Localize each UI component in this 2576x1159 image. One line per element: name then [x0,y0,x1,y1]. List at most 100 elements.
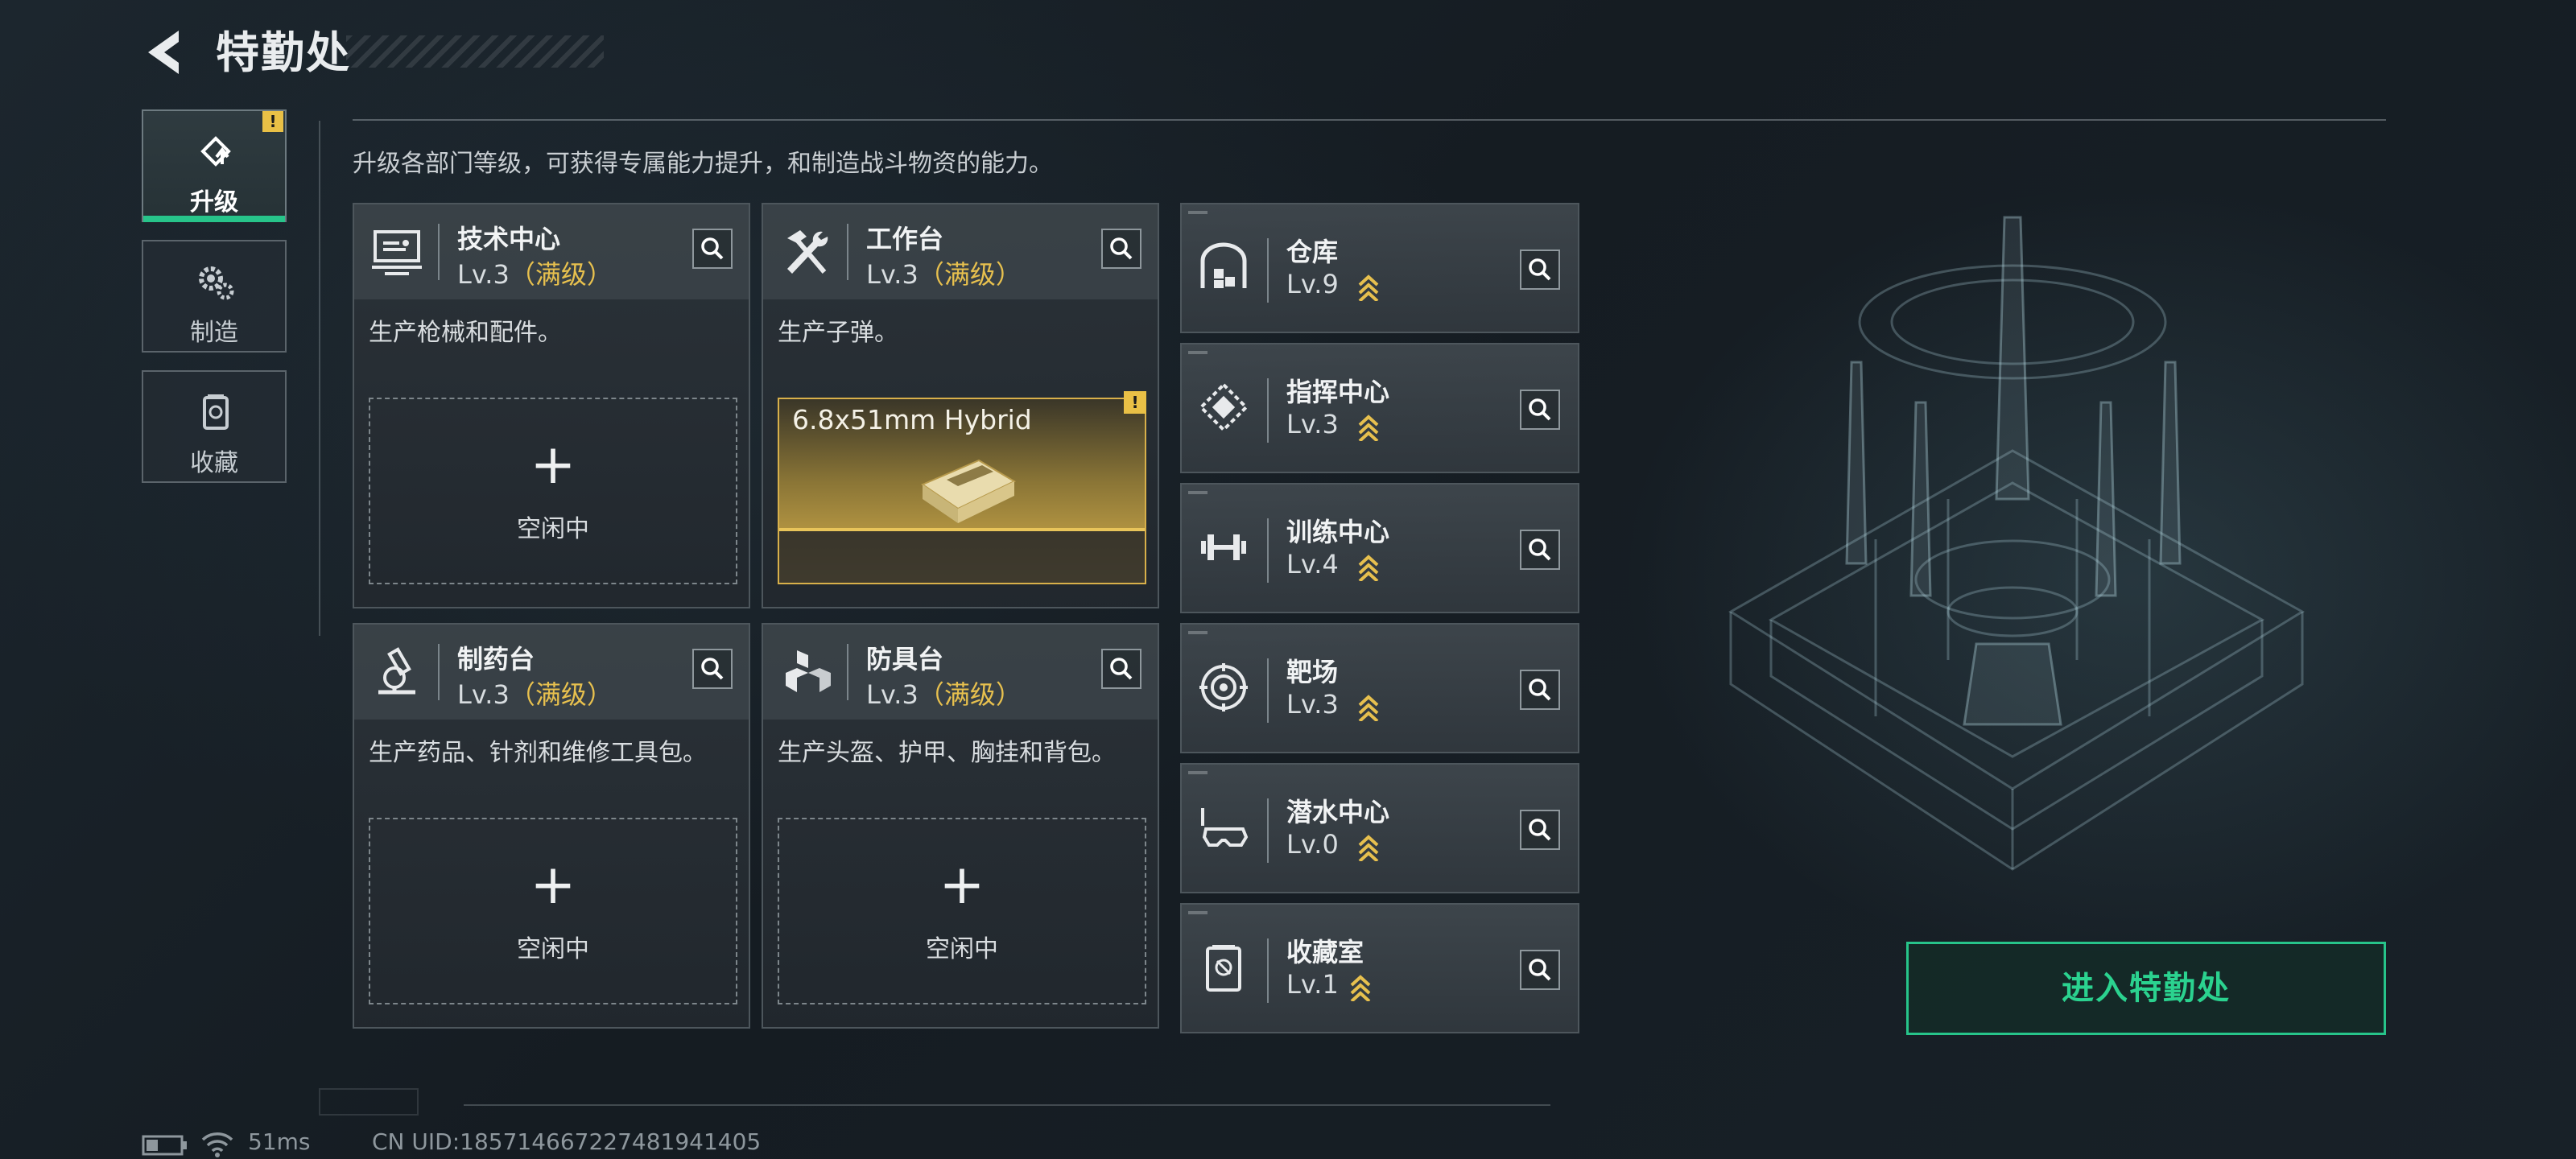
search-button[interactable] [1520,670,1560,710]
tab-collection[interactable]: 收藏 [142,370,287,483]
search-button[interactable] [1520,250,1560,290]
facility-name: 指挥中心 [1286,377,1390,407]
magnifier-icon [1529,398,1551,421]
card-description: 生产头盔、护甲、胸挂和背包。 [778,739,1116,767]
facility-name: 训练中心 [1286,517,1390,547]
card-level: Lv.3（满级） [866,679,1022,710]
facility-diving-center[interactable]: 潜水中心 Lv.0 [1180,763,1579,893]
search-button[interactable] [692,649,733,689]
upgrade-chevron-icon [1358,555,1379,581]
plus-icon: + [530,853,576,917]
header-separator [1267,798,1269,863]
gears-icon [199,266,234,300]
idle-production-slot[interactable]: + 空闲中 [369,398,737,584]
page-title: 特勤处 [216,27,351,78]
magnifier-icon [1529,819,1551,841]
card-tech-center[interactable]: 技术中心 Lv.3（满级） 生产枪械和配件。 + 空闲中 [353,203,750,608]
search-button[interactable] [1101,649,1141,689]
card-pharmacy[interactable]: 制药台 Lv.3（满级） 生产药品、针剂和维修工具包。 + 空闲中 [353,623,750,1029]
card-title: 工作台 [866,224,944,254]
active-production-slot[interactable]: 6.8x51mm Hybrid [778,398,1146,584]
plus-icon: + [530,433,576,497]
back-arrow-icon[interactable] [138,24,195,80]
upgrade-chevron-icon [1358,274,1379,301]
collection-icon [203,394,229,430]
ping-readout: 51ms [248,1128,311,1155]
enter-special-ops-button[interactable]: 进入特勤处 [1906,942,2386,1035]
idle-production-slot[interactable]: + 空闲中 [369,818,737,1004]
target-icon [1199,663,1248,711]
facility-shooting-range[interactable]: 靶场 Lv.3 [1180,623,1579,753]
command-icon [1199,382,1249,432]
tab-collection-label: 收藏 [190,449,238,477]
idle-production-slot[interactable]: + 空闲中 [778,818,1146,1004]
upgrade-chevron-icon [1358,415,1379,441]
search-button[interactable] [692,229,733,269]
idle-label: 空闲中 [517,935,589,963]
header-separator [847,224,848,280]
header-separator [438,224,440,280]
facility-name: 仓库 [1286,237,1339,267]
tab-upgrade[interactable]: 升级 ! [142,109,287,222]
user-uid: CN UID:185714667227481941405 [372,1128,762,1155]
card-description: 生产枪械和配件。 [369,319,562,347]
facility-level: Lv.4 [1286,549,1339,580]
tab-upgrade-label: 升级 [190,188,238,217]
facility-command-center[interactable]: 指挥中心 Lv.3 [1180,343,1579,473]
corner-mark [1188,491,1208,494]
max-level-tag: （满级） [918,679,1022,710]
facility-level: Lv.0 [1286,829,1339,860]
warehouse-icon [1200,242,1247,288]
card-title: 技术中心 [457,224,561,254]
armor-cubes-icon [786,650,831,692]
card-description: 生产药品、针剂和维修工具包。 [369,739,707,767]
card-armor-bench[interactable]: 防具台 Lv.3（满级） 生产头盔、护甲、胸挂和背包。 + 空闲中 [762,623,1159,1029]
bottom-progress-line [464,1104,1550,1106]
card-workbench[interactable]: 工作台 Lv.3（满级） 生产子弹。 6.8x51mm Hybrid ! [762,203,1159,608]
upgrade-chevron-icon [1350,975,1371,1001]
facility-name: 收藏室 [1286,937,1364,967]
facility-name: 靶场 [1286,657,1339,687]
corner-mark [1188,771,1208,774]
facility-warehouse[interactable]: 仓库 Lv.9 [1180,203,1579,333]
search-button[interactable] [1101,229,1141,269]
card-level: Lv.3（满级） [457,259,613,290]
facility-training-center[interactable]: 训练中心 Lv.4 [1180,483,1579,613]
magnifier-icon [701,658,724,680]
card-level: Lv.3（满级） [457,679,613,710]
card-title: 制药台 [457,644,535,674]
upgrade-chevron-icon [1358,835,1379,861]
computer-icon [372,230,422,275]
corner-mark [1188,631,1208,634]
header-separator [1267,518,1269,583]
upgrade-chevron-icon [1358,695,1379,721]
max-level-tag: （满级） [509,259,613,290]
magnifier-icon [701,237,724,260]
search-button[interactable] [1520,530,1560,570]
max-level-tag: （满级） [918,259,1022,290]
idle-label: 空闲中 [517,515,589,543]
magnifier-icon [1110,658,1133,680]
magnifier-icon [1529,538,1551,561]
facility-collection-room[interactable]: 收藏室 Lv.1 [1180,903,1579,1033]
dumbbell-icon [1201,534,1246,560]
tab-craft-label: 制造 [190,319,238,347]
wifi-icon [201,1132,233,1157]
facility-name: 潜水中心 [1286,797,1390,827]
corner-mark [1188,211,1208,214]
search-button[interactable] [1520,390,1560,430]
upgrade-icon [200,136,231,167]
plus-icon: + [939,853,985,917]
header-separator [1267,378,1269,443]
search-button[interactable] [1520,810,1560,850]
tab-craft[interactable]: 制造 [142,240,287,353]
ammo-box-icon [920,459,1017,523]
slot-progress-base [779,528,1145,583]
facility-level: Lv.9 [1286,269,1339,299]
vault-icon [1206,945,1241,992]
max-level-tag: （满级） [509,679,613,710]
bottom-decoration [319,1088,419,1116]
search-button[interactable] [1520,950,1560,990]
diving-mask-icon [1201,808,1249,847]
title-decoration [346,35,604,68]
